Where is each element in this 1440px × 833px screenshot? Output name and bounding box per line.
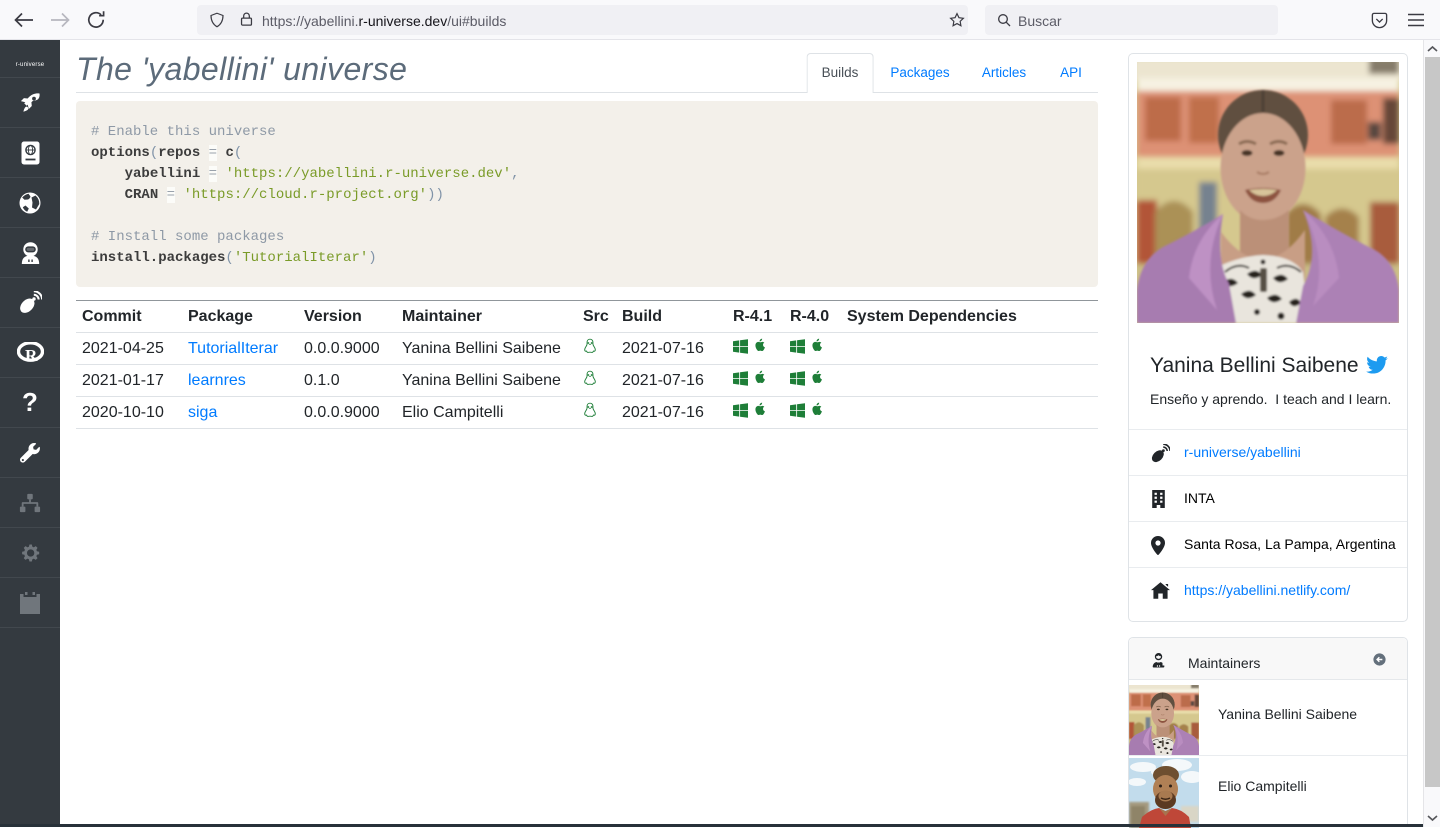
svg-text:R: R <box>25 346 38 363</box>
